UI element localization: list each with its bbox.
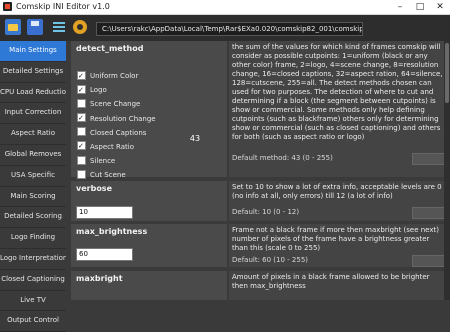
sidebar-item-main-settings[interactable]: Main Settings <box>0 41 66 62</box>
option-verbose: verbose 10 Set to 10 to show a lot of ex… <box>71 181 450 221</box>
default-value-text: Default: 60 (10 - 255) <box>232 256 308 264</box>
sidebar-item-usa-specific[interactable]: USA Specific <box>0 166 66 187</box>
option-description: Frame not a black frame if more then max… <box>232 226 439 252</box>
sidebar-item-global-removes[interactable]: Global Removes <box>0 145 66 166</box>
option-name: maxbright <box>76 274 123 283</box>
sidebar-item-logo-interpretation[interactable]: Logo Interpretation <box>0 249 66 270</box>
checkbox-checked[interactable] <box>77 83 86 97</box>
option-name: detect_method <box>76 44 144 53</box>
sidebar-item-detailed-scoring[interactable]: Detailed Scoring <box>0 207 66 229</box>
sidebar-item-live-tv[interactable]: Live TV <box>0 291 66 312</box>
option-description: Amount of pixels in a black frame allowe… <box>232 273 430 290</box>
option-description: Set to 10 to show a lot of extra info, a… <box>232 183 442 200</box>
option-name: max_brightness <box>76 227 148 236</box>
sidebar: Main Settings Detailed Settings CPU Load… <box>0 41 66 332</box>
close-button[interactable]: ✕ <box>430 0 450 14</box>
sidebar-item-detailed-settings[interactable]: Detailed Settings <box>0 62 66 83</box>
checkbox-aspect-ratio[interactable]: Aspect Ratio <box>77 139 156 154</box>
checkbox-checked[interactable] <box>77 111 86 125</box>
scrollbar-thumb[interactable] <box>445 43 449 103</box>
vertical-scrollbar[interactable] <box>444 41 450 300</box>
minimize-button[interactable]: – <box>390 0 410 14</box>
sidebar-item-aspect-ratio[interactable]: Aspect Ratio <box>0 124 66 145</box>
option-maxbright: maxbright Amount of pixels in a black fr… <box>71 271 450 300</box>
open-folder-icon[interactable] <box>5 19 21 35</box>
checkbox-unchecked[interactable] <box>77 98 86 108</box>
option-name: verbose <box>76 184 112 193</box>
sidebar-item-logo-finding[interactable]: Logo Finding <box>0 228 66 249</box>
sidebar-item-cpu-load-reduction[interactable]: CPU Load Reduction <box>0 83 66 104</box>
set-default-button[interactable] <box>412 255 448 267</box>
set-default-button[interactable] <box>412 207 448 219</box>
detect-method-value: 43 <box>189 134 201 143</box>
settings-gear-icon[interactable] <box>73 20 87 34</box>
option-description: the sum of the values for which kind of … <box>232 43 443 141</box>
sidebar-item-output-control[interactable]: Output Control <box>0 311 66 332</box>
checkbox-checked[interactable] <box>77 69 86 83</box>
verbose-input[interactable]: 10 <box>76 206 133 219</box>
save-icon[interactable] <box>27 19 43 35</box>
set-default-button[interactable] <box>412 153 448 165</box>
checkbox-silence[interactable]: Silence <box>77 154 156 168</box>
checkbox-resolution-change[interactable]: Resolution Change <box>77 111 156 126</box>
checkbox-unchecked[interactable] <box>77 127 86 137</box>
maximize-button[interactable]: □ <box>410 0 430 14</box>
default-value-text: Default: 10 (0 - 12) <box>232 208 300 216</box>
max-brightness-input[interactable]: 60 <box>76 248 133 261</box>
sidebar-item-main-scoring[interactable]: Main Scoring <box>0 187 66 208</box>
settings-content: detect_method Uniform Color Logo Scene C… <box>71 41 450 300</box>
checkbox-uniform-color[interactable]: Uniform Color <box>77 69 156 83</box>
detect-method-checkboxes: Uniform Color Logo Scene Change Resoluti… <box>77 69 156 183</box>
sidebar-item-closed-captioning[interactable]: Closed Captioning <box>0 270 66 291</box>
app-icon <box>3 2 12 11</box>
list-icon[interactable] <box>51 19 67 35</box>
checkbox-unchecked[interactable] <box>77 169 86 179</box>
default-value-text: Default method: 43 (0 - 255) <box>232 154 333 162</box>
checkbox-scene-change[interactable]: Scene Change <box>77 97 156 111</box>
checkbox-logo[interactable]: Logo <box>77 83 156 97</box>
checkbox-checked[interactable] <box>77 139 86 153</box>
sidebar-item-input-correction[interactable]: Input Correction <box>0 103 66 125</box>
ini-path-field[interactable]: C:\Users\rakc\AppData\Local\Temp\Rar$EXa… <box>96 22 363 36</box>
toolbar: C:\Users\rakc\AppData\Local\Temp\Rar$EXa… <box>0 15 450 41</box>
option-max-brightness: max_brightness 60 Frame not a black fram… <box>71 224 450 267</box>
checkbox-unchecked[interactable] <box>77 155 86 165</box>
option-detect-method: detect_method Uniform Color Logo Scene C… <box>71 41 450 179</box>
checkbox-closed-captions[interactable]: Closed Captions <box>77 126 156 140</box>
window-title: Comskip INI Editor v1.0 <box>16 2 110 11</box>
title-bar: Comskip INI Editor v1.0 – □ ✕ <box>0 0 450 15</box>
